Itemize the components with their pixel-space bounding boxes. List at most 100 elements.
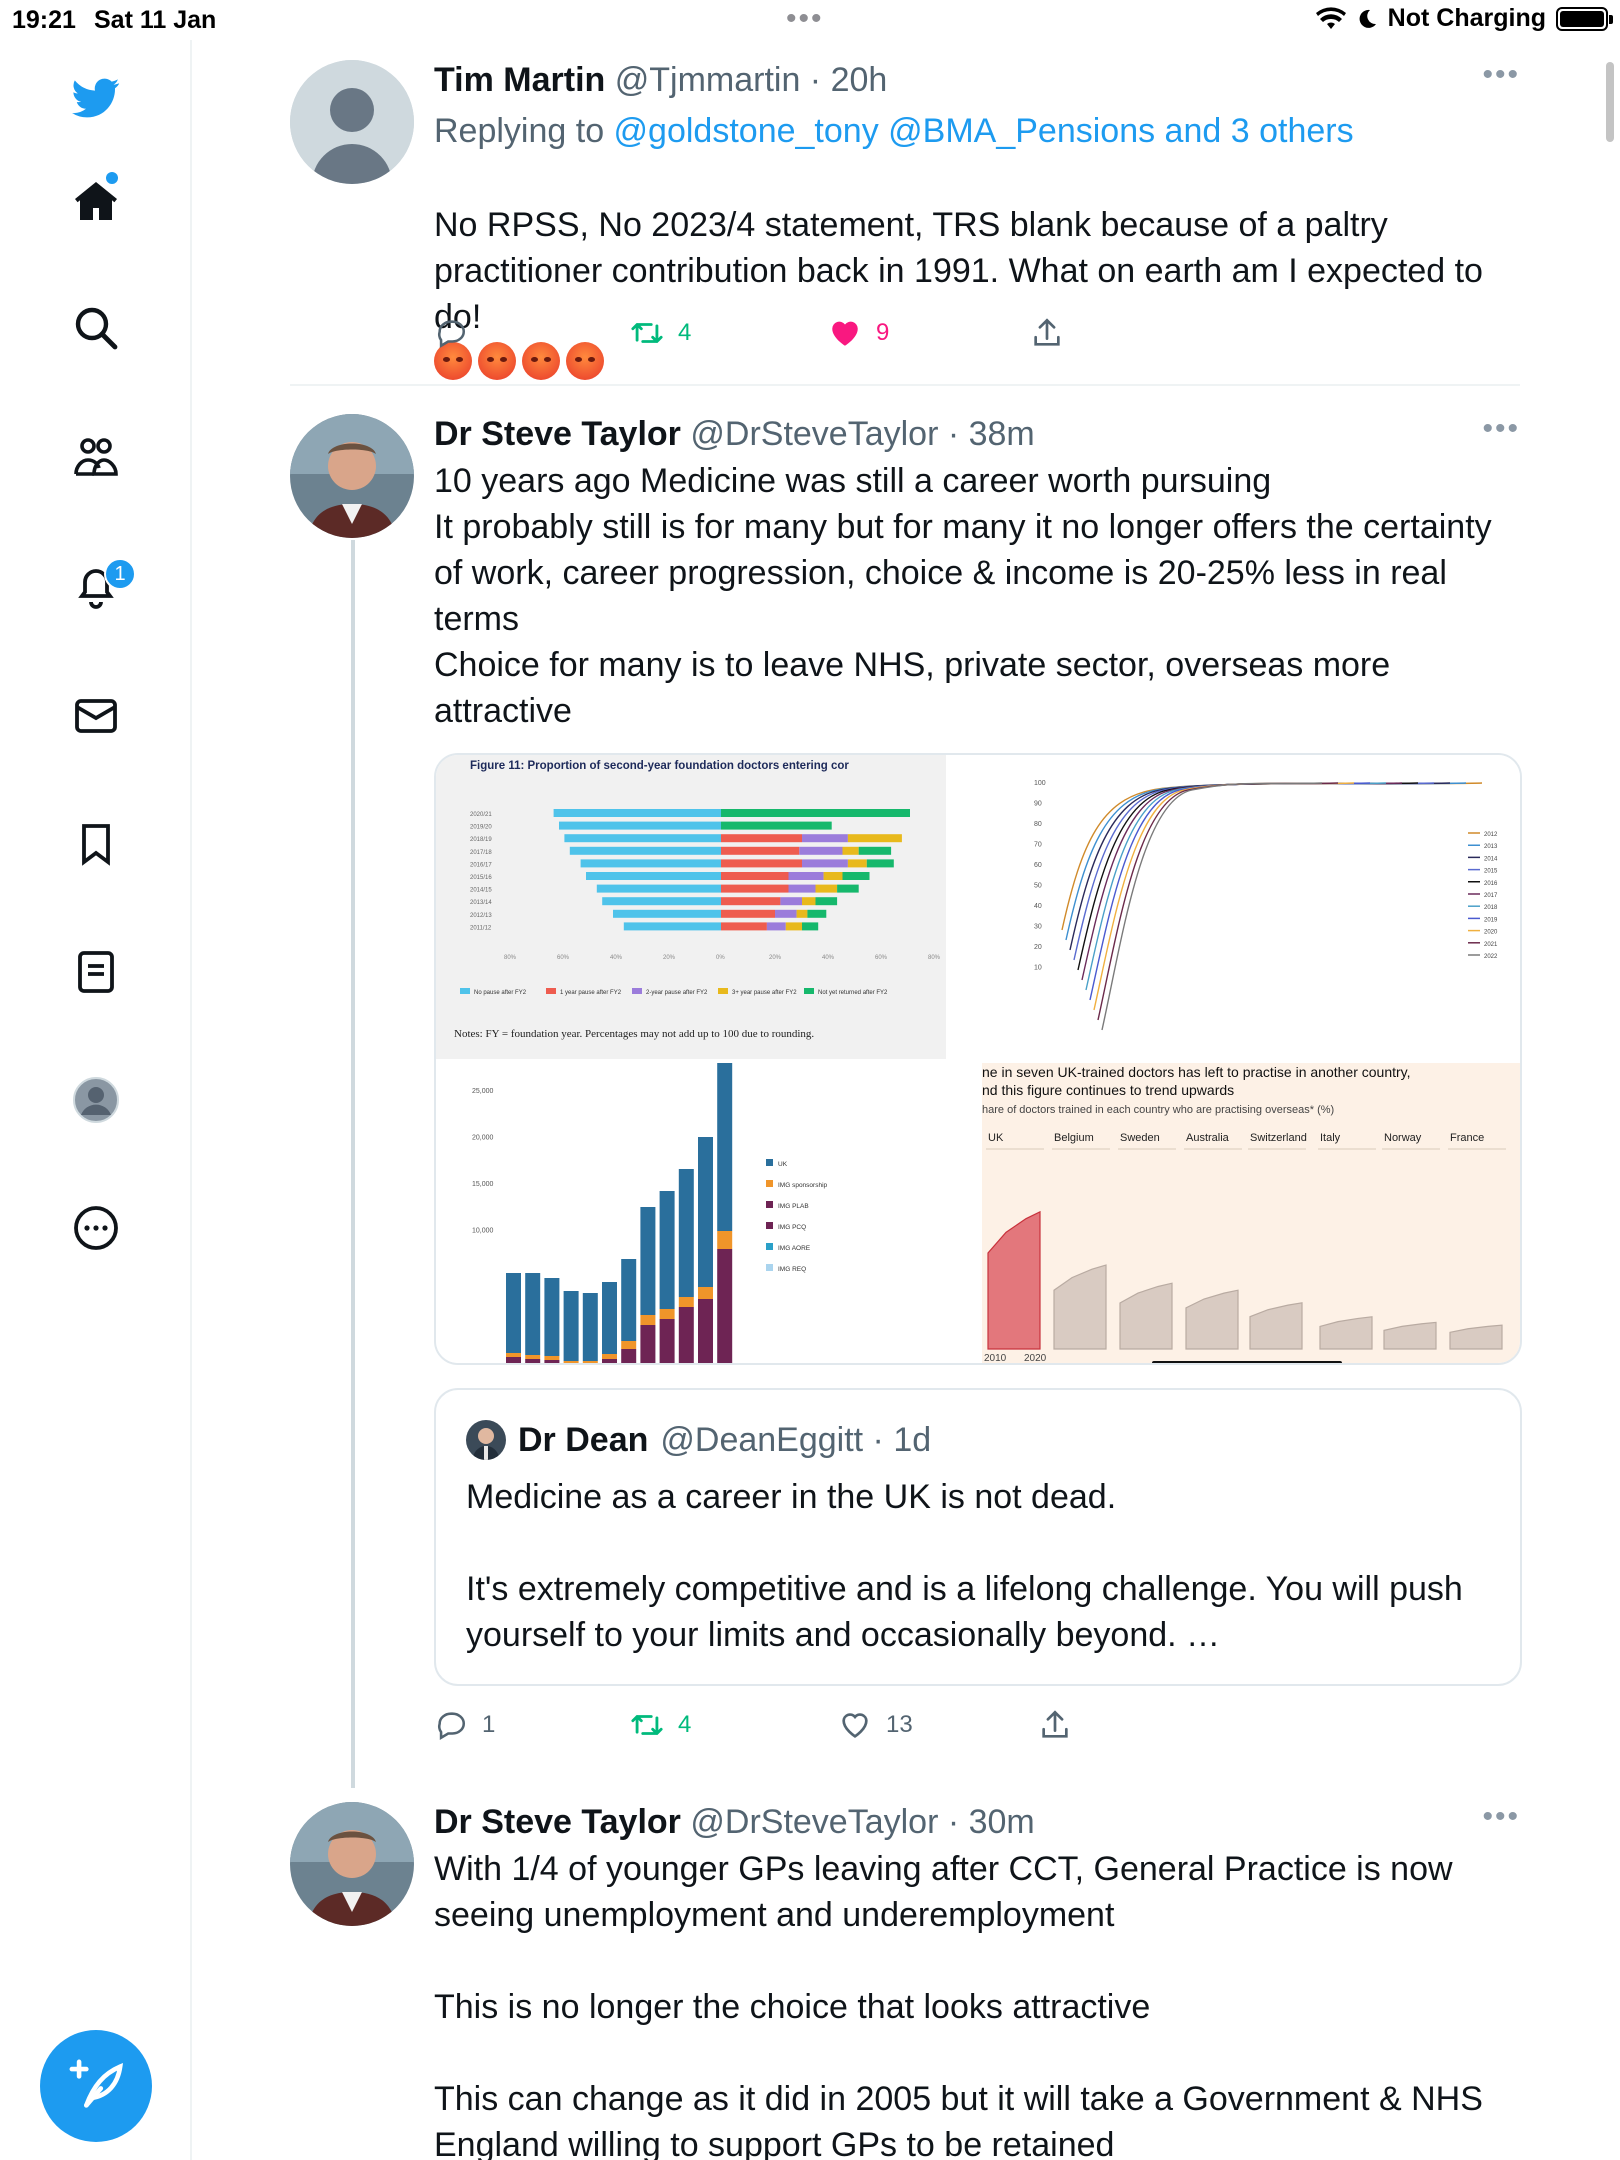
more-options-icon[interactable]: ••• [1482,58,1520,92]
reply-icon [438,1712,465,1741]
fig1-bar [553,809,721,817]
handle-and-time: @Tjmmartin · 20h [614,61,888,99]
tweet[interactable]: Tim Martin @Tjmmartin · 20h ••• Replying… [290,58,1520,380]
fig1-bar [721,884,789,893]
page-indicator [1152,1361,1342,1363]
quoted-display-name[interactable]: Dr Dean [518,1418,648,1462]
tweet[interactable]: Dr Steve Taylor @DrSteveTaylor · 30m •••… [290,1800,1520,2160]
fig1-bar [766,922,786,931]
reply-button[interactable]: 1 [434,1708,495,1742]
fig3-bar [717,1063,733,1231]
like-button[interactable]: 9 [828,316,889,350]
fig3-legend-label: IMG PLAB [778,1203,809,1210]
fig1-bar [721,922,767,931]
retweet-icon [631,323,663,343]
display-name[interactable]: Tim Martin [434,61,605,99]
svg-text:Figure 11: Proportion of secon: Figure 11: Proportion of second-year fou… [470,760,849,772]
fig4-country-label: Italy [1320,1132,1341,1144]
communities-icon[interactable] [66,428,126,488]
quoted-tweet[interactable]: Dr Dean @DeanEggitt · 1d Medicine as a c… [434,1388,1522,1686]
more-icon[interactable] [66,1198,126,1258]
fig1-year-label: 2017/18 [470,850,492,856]
fig3-bar [678,1169,694,1297]
fig1-bar [602,897,721,906]
profile-avatar-icon[interactable] [66,1070,126,1130]
reply-button[interactable] [434,316,468,350]
share-button[interactable] [1038,1708,1072,1742]
compose-tweet-button[interactable] [40,2030,152,2142]
fig3-bar [525,1359,541,1363]
fig1-legend-swatch [718,988,728,994]
fig3-bar [698,1137,713,1287]
heart-icon [842,1713,868,1738]
fig3-bar [602,1282,617,1354]
display-name[interactable]: Dr Steve Taylor [434,1803,681,1841]
fig1-bar [802,859,848,868]
share-icon [1042,1710,1068,1738]
fig1-bar [559,821,721,830]
fig3-bar [621,1349,637,1363]
fig2-ytick: 30 [1034,924,1042,931]
search-icon[interactable] [66,298,126,358]
fig1-bar [596,884,721,893]
display-name[interactable]: Dr Steve Taylor [434,415,681,453]
fig1-year-label: 2013/14 [470,900,492,906]
fig1-bar [721,872,789,880]
fig3-bar [640,1315,656,1325]
fig1-year-label: 2018/19 [470,837,492,843]
fig3-bar [698,1299,713,1363]
fig1-bar [721,834,802,843]
more-options-icon[interactable]: ••• [1482,1800,1520,1834]
fig1-bar [815,884,838,893]
fig1-axis-tick: 20% [769,955,782,961]
fig3-ytick: 10,000 [472,1228,494,1235]
media-image-doctors-overseas-chart[interactable]: ne in seven UK-trained doctors has left … [982,1063,1520,1363]
more-options-icon[interactable]: ••• [1482,412,1520,446]
tweet-media-grid[interactable]: Figure 11: Proportion of second-year fou… [434,753,1522,1365]
scrollbar[interactable] [1606,62,1614,142]
fig1-bar [613,909,721,918]
fig1-legend-swatch [804,988,814,994]
avatar[interactable] [290,60,414,184]
fig3-bar [717,1231,733,1249]
avatar[interactable] [290,1802,414,1926]
retweet-button[interactable]: 4 [630,316,691,350]
fig3-legend-swatch [766,1243,773,1250]
fig1-bar [823,872,843,880]
fig2-legend-label: 2017 [1484,893,1498,899]
share-button[interactable] [1030,316,1064,350]
replying-to-prefix: Replying to [434,112,614,150]
media-image-training-posts-bar-chart[interactable]: 25,000 20,000 15,000 10,000 UK IMG sponsorsh… [436,1063,978,1363]
tweet-text: 10 years ago Medicine was still a career… [434,462,1492,730]
like-button[interactable]: 13 [838,1708,913,1742]
lists-icon[interactable] [66,942,126,1002]
fig3-bar [640,1207,656,1315]
fig2-legend-label: 2013 [1484,844,1498,850]
fig3-bar [525,1273,541,1355]
fig3-bar [659,1319,675,1363]
fig1-legend-label: Not yet returned after FY2 [818,990,888,996]
replying-to-link[interactable]: @goldstone_tony @BMA_Pensions and 3 othe… [614,112,1354,150]
wifi-icon [1315,6,1346,29]
fig1-bar [807,909,827,918]
fig1-bar [802,834,848,843]
media-image-foundation-doctors-chart[interactable]: Figure 11: Proportion of second-year fou… [436,755,978,1059]
media-image-retention-line-chart[interactable]: 100 90 80 70 60 50 40 30 20 10 2012 2013 2014 2015 20… [982,755,1520,1059]
messages-icon[interactable] [66,686,126,746]
home-new-dot [106,172,118,184]
fig3-legend-label: IMG REQ [778,1266,806,1273]
bookmarks-icon[interactable] [66,814,126,874]
fig1-legend-swatch [460,988,470,994]
fig1-axis-tick: 20% [663,955,676,961]
fig1-legend-label: 2-year pause after FY2 [646,990,708,996]
multitasking-dots-icon[interactable]: ••• [786,2,824,36]
fig3-bar [563,1291,579,1361]
handle-and-time: @DrSteveTaylor · 38m [690,415,1035,453]
fig2-legend-label: 2021 [1484,942,1498,948]
avatar[interactable] [290,414,414,538]
status-date: Sat 11 Jan [94,6,217,34]
fig1-bar [815,897,838,906]
retweet-button[interactable]: 4 [630,1708,691,1742]
twitter-bird-icon[interactable] [66,68,126,128]
fig1-bar [721,909,775,918]
